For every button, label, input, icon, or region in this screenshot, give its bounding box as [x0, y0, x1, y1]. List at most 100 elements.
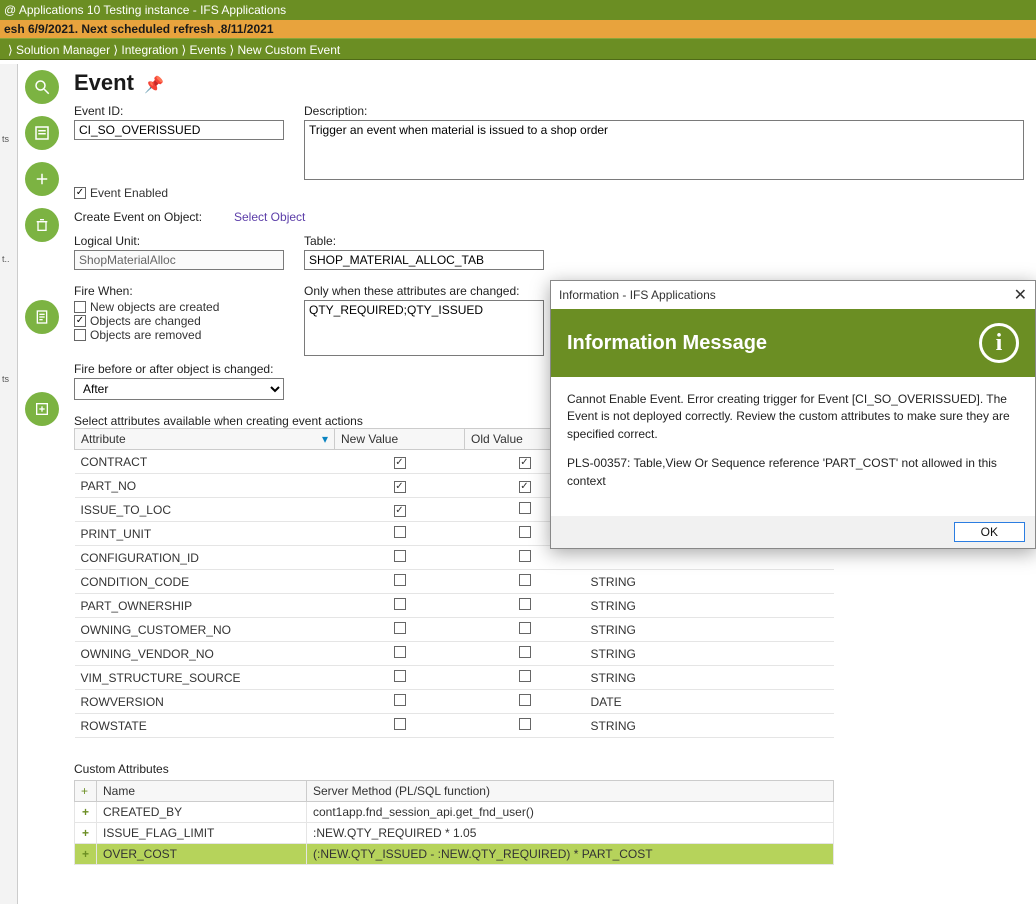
new-value-cell[interactable] — [335, 546, 465, 570]
new-value-cell[interactable] — [335, 522, 465, 546]
old-value-cell[interactable] — [465, 570, 585, 594]
rail-tab-1[interactable]: ts — [2, 134, 9, 144]
table-row[interactable]: VIM_STRUCTURE_SOURCESTRING — [75, 666, 834, 690]
pin-icon[interactable]: 📌 — [144, 77, 164, 94]
search-icon — [33, 78, 51, 96]
new-value-cell[interactable] — [335, 450, 465, 474]
attr-cell: ROWVERSION — [75, 690, 335, 714]
old-value-cell[interactable] — [465, 618, 585, 642]
left-dock-rail[interactable]: ts t.. ts — [0, 64, 18, 904]
action-icon-strip — [22, 66, 62, 426]
type-cell: STRING — [585, 618, 834, 642]
new-value-cell[interactable] — [335, 714, 465, 738]
fw-changed-checkbox[interactable]: Objects are changed — [74, 314, 284, 328]
fw-removed-checkbox[interactable]: Objects are removed — [74, 328, 284, 342]
old-value-cell[interactable] — [465, 546, 585, 570]
table-field[interactable] — [304, 250, 544, 270]
fire-before-after-select[interactable]: After — [74, 378, 284, 400]
checkbox-icon — [74, 315, 86, 327]
add-column-header[interactable]: + — [75, 781, 97, 802]
old-value-cell[interactable] — [465, 642, 585, 666]
select-object-link[interactable]: Select Object — [234, 210, 305, 224]
refresh-notice-bar: esh 6/9/2021. Next scheduled refresh .8/… — [0, 20, 1036, 38]
checkbox-icon — [519, 526, 531, 538]
new-value-cell[interactable] — [335, 474, 465, 498]
table-row[interactable]: +CREATED_BYcont1app.fnd_session_api.get_… — [75, 802, 834, 823]
panel-plus-icon — [34, 401, 50, 417]
new-value-cell[interactable] — [335, 570, 465, 594]
event-id-field[interactable] — [74, 120, 284, 140]
form-button[interactable] — [25, 116, 59, 150]
rail-tab-2[interactable]: t.. — [2, 254, 10, 264]
plus-icon — [33, 170, 51, 188]
checkbox-icon — [519, 670, 531, 682]
custom-attributes-table[interactable]: + Name Server Method (PL/SQL function) +… — [74, 780, 834, 865]
attr-cell: CONFIGURATION_ID — [75, 546, 335, 570]
search-button[interactable] — [25, 70, 59, 104]
row-add-button[interactable]: + — [75, 802, 97, 823]
event-enabled-checkbox[interactable]: Event Enabled — [74, 186, 168, 200]
window-title-bar: @ Applications 10 Testing instance - IFS… — [0, 0, 1036, 20]
attr-cell: VIM_STRUCTURE_SOURCE — [75, 666, 335, 690]
new-value-cell[interactable] — [335, 690, 465, 714]
sort-desc-icon: ▾ — [322, 432, 328, 446]
checkbox-icon — [519, 574, 531, 586]
new-value-cell[interactable] — [335, 666, 465, 690]
clipboard-button[interactable] — [25, 346, 59, 380]
old-value-cell[interactable] — [465, 714, 585, 738]
table-row[interactable]: CONFIGURATION_ID — [75, 546, 834, 570]
table-row[interactable]: OWNING_VENDOR_NOSTRING — [75, 642, 834, 666]
fw-created-checkbox[interactable]: New objects are created — [74, 300, 284, 314]
checkbox-icon — [519, 646, 531, 658]
table-row[interactable]: OWNING_CUSTOMER_NOSTRING — [75, 618, 834, 642]
description-field[interactable]: Trigger an event when material is issued… — [304, 120, 1024, 180]
col-name[interactable]: Name — [97, 781, 307, 802]
old-value-cell[interactable] — [465, 666, 585, 690]
rail-tab-3[interactable]: ts — [2, 374, 9, 384]
checkbox-icon — [394, 550, 406, 562]
window-title: @ Applications 10 Testing instance - IFS… — [4, 3, 286, 17]
dialog-header: Information Message i — [551, 309, 1035, 377]
type-cell — [585, 546, 834, 570]
only-when-attrs-field[interactable]: QTY_REQUIRED;QTY_ISSUED — [304, 300, 544, 356]
old-value-cell[interactable] — [465, 690, 585, 714]
type-cell: STRING — [585, 642, 834, 666]
checkbox-icon — [394, 694, 406, 706]
checkbox-icon — [394, 481, 406, 493]
fw-removed-label: Objects are removed — [90, 328, 201, 342]
fw-changed-label: Objects are changed — [90, 314, 201, 328]
old-value-cell[interactable] — [465, 594, 585, 618]
server-method-cell: cont1app.fnd_session_api.get_fnd_user() — [307, 802, 834, 823]
delete-button[interactable] — [25, 208, 59, 242]
new-value-cell[interactable] — [335, 618, 465, 642]
checkbox-icon — [74, 329, 86, 341]
form-icon — [33, 124, 51, 142]
report-button[interactable] — [25, 300, 59, 334]
dialog-ok-button[interactable]: OK — [954, 522, 1025, 542]
table-row[interactable]: CONDITION_CODESTRING — [75, 570, 834, 594]
row-add-button[interactable]: + — [75, 844, 97, 865]
dialog-close-button[interactable]: ✕ — [1014, 285, 1027, 305]
dialog-para-1: Cannot Enable Event. Error creating trig… — [567, 391, 1019, 443]
table-row[interactable]: ROWVERSIONDATE — [75, 690, 834, 714]
add-button[interactable] — [25, 162, 59, 196]
logical-unit-field[interactable] — [74, 250, 284, 270]
table-row[interactable]: ROWSTATESTRING — [75, 714, 834, 738]
refresh-notice: esh 6/9/2021. Next scheduled refresh .8/… — [4, 22, 274, 36]
table-row[interactable]: +ISSUE_FLAG_LIMIT:NEW.QTY_REQUIRED * 1.0… — [75, 823, 834, 844]
new-panel-button[interactable] — [25, 392, 59, 426]
table-row[interactable]: +OVER_COST(:NEW.QTY_ISSUED - :NEW.QTY_RE… — [75, 844, 834, 865]
new-value-cell[interactable] — [335, 498, 465, 522]
col-server-method[interactable]: Server Method (PL/SQL function) — [307, 781, 834, 802]
col-attribute[interactable]: Attribute▾ — [75, 429, 335, 450]
col-new-value[interactable]: New Value — [335, 429, 465, 450]
row-add-button[interactable]: + — [75, 823, 97, 844]
list-button[interactable] — [25, 254, 59, 288]
dialog-window-title: Information - IFS Applications — [559, 288, 716, 302]
only-when-label: Only when these attributes are changed: — [304, 284, 544, 298]
new-value-cell[interactable] — [335, 642, 465, 666]
table-row[interactable]: PART_OWNERSHIPSTRING — [75, 594, 834, 618]
breadcrumb-bar[interactable]: ⟩ Solution Manager ⟩ Integration ⟩ Event… — [0, 38, 1036, 60]
new-value-cell[interactable] — [335, 594, 465, 618]
dialog-title-bar[interactable]: Information - IFS Applications ✕ — [551, 281, 1035, 309]
